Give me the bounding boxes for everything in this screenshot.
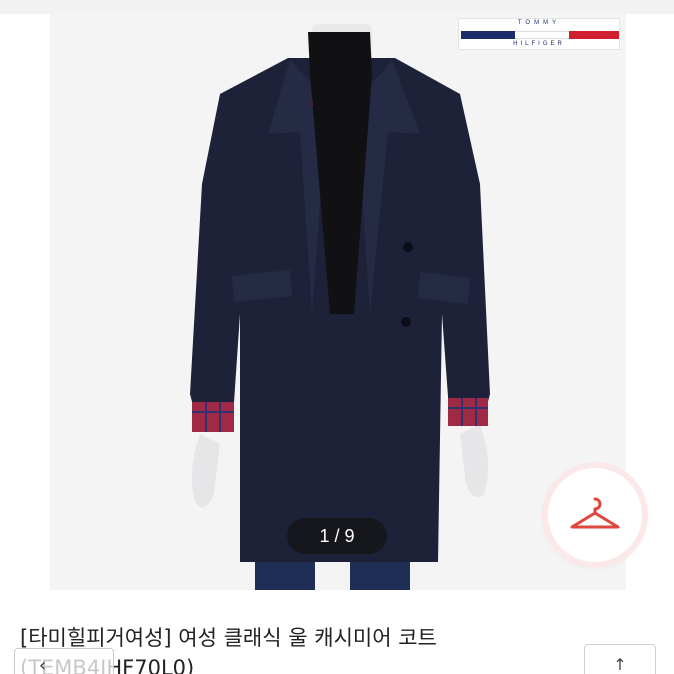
hanger-icon [570,497,620,529]
top-status-strip [0,0,674,14]
product-image[interactable] [50,14,626,590]
product-title: [타미힐피거여성] 여성 클래식 울 캐시미어 코트 [20,626,437,650]
back-overlay-button[interactable]: ‹ [14,648,114,674]
image-page-indicator: 1 / 9 [287,518,387,554]
coat-illustration [50,14,626,590]
hanger-button[interactable] [548,468,642,562]
logo-text-top: TOMMY [517,20,561,26]
arrow-left-icon: ‹ [39,655,47,674]
logo-flag [461,27,619,41]
share-button[interactable]: ↑ [584,644,656,674]
tommy-hilfiger-logo: TOMMY HILFIGER [458,18,620,50]
logo-text-bottom: HILFIGER [513,41,565,47]
share-icon: ↑ [613,655,627,674]
